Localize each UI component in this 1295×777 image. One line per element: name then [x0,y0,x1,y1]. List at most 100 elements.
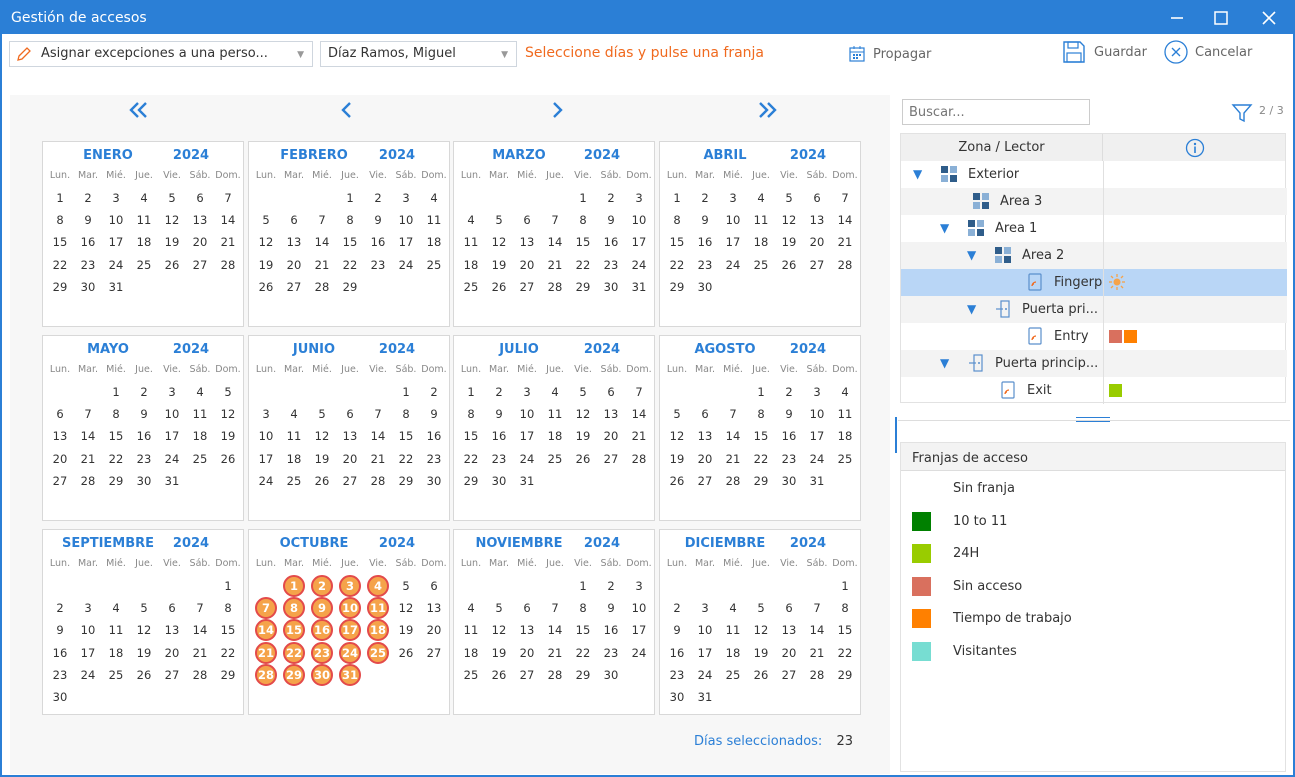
weekday-label[interactable]: Jue. [336,170,364,181]
day-cell[interactable]: 5 [394,576,418,596]
month-name[interactable]: NOVIEMBRE [454,536,584,551]
day-cell[interactable]: 21 [721,449,745,469]
day-cell[interactable]: 25 [721,665,745,685]
day-cell[interactable]: 4 [833,382,857,402]
day-cell[interactable]: 29 [104,471,128,491]
weekday-label[interactable]: Sáb. [392,170,420,181]
day-cell[interactable]: 18 [282,449,306,469]
day-cell[interactable]: 1 [833,576,857,596]
day-cell[interactable]: 28 [721,471,745,491]
day-cell[interactable]: 15 [571,620,595,640]
day-cell[interactable]: 4 [188,382,212,402]
day-cell[interactable]: 20 [422,620,446,640]
tree-row[interactable]: ▼ Área 2 [901,242,1287,269]
day-cell-selected[interactable]: 22 [283,641,305,664]
day-cell[interactable]: 17 [394,232,418,252]
day-cell[interactable]: 10 [805,404,829,424]
day-cell[interactable]: 28 [627,449,651,469]
day-cell[interactable]: 29 [833,665,857,685]
day-cell[interactable]: 15 [571,232,595,252]
day-cell[interactable]: 6 [599,382,623,402]
day-cell[interactable]: 3 [805,382,829,402]
day-cell[interactable]: 19 [216,426,240,446]
weekday-label[interactable]: Mié. [719,170,747,181]
weekday-label[interactable]: Lun. [457,364,485,375]
day-cell[interactable]: 1 [749,382,773,402]
day-cell[interactable]: 3 [160,382,184,402]
day-cell[interactable]: 19 [160,232,184,252]
day-cell[interactable]: 7 [543,598,567,618]
day-cell[interactable]: 25 [104,665,128,685]
day-cell[interactable]: 21 [76,449,100,469]
day-cell[interactable]: 7 [543,210,567,230]
day-cell[interactable]: 30 [487,471,511,491]
day-cell[interactable]: 8 [459,404,483,424]
day-cell[interactable]: 9 [132,404,156,424]
day-cell[interactable]: 23 [132,449,156,469]
day-cell[interactable]: 24 [160,449,184,469]
day-cell-selected[interactable]: 4 [367,575,389,598]
day-cell[interactable]: 9 [777,404,801,424]
day-cell[interactable]: 13 [693,426,717,446]
weekday-label[interactable]: Jue. [747,558,775,569]
day-cell[interactable]: 14 [310,232,334,252]
day-cell[interactable]: 16 [599,232,623,252]
day-cell[interactable]: 27 [338,471,362,491]
weekday-label[interactable]: Lun. [252,170,280,181]
day-cell[interactable]: 27 [805,255,829,275]
day-cell[interactable]: 6 [160,598,184,618]
weekday-label[interactable]: Lun. [252,558,280,569]
weekday-label[interactable]: Sáb. [597,364,625,375]
day-cell[interactable]: 9 [665,620,689,640]
day-cell[interactable]: 27 [777,665,801,685]
day-cell[interactable]: 29 [571,665,595,685]
weekday-label[interactable]: Dom. [214,558,242,569]
day-cell[interactable]: 31 [627,277,651,297]
day-cell[interactable]: 11 [459,620,483,640]
day-cell[interactable]: 2 [693,188,717,208]
day-cell[interactable]: 21 [188,643,212,663]
month-name[interactable]: JUNIO [249,342,379,357]
weekday-label[interactable]: Mié. [719,558,747,569]
weekday-label[interactable]: Jue. [747,170,775,181]
weekday-label[interactable]: Lun. [252,364,280,375]
day-cell[interactable]: 11 [833,404,857,424]
day-cell[interactable]: 8 [216,598,240,618]
day-cell[interactable]: 27 [48,471,72,491]
day-cell[interactable]: 30 [599,665,623,685]
day-cell[interactable]: 31 [160,471,184,491]
day-cell[interactable]: 13 [160,620,184,640]
day-cell[interactable]: 1 [338,188,362,208]
day-cell[interactable]: 19 [487,643,511,663]
weekday-label[interactable]: Mar. [691,558,719,569]
day-cell[interactable]: 20 [599,426,623,446]
day-cell[interactable]: 4 [422,188,446,208]
day-cell[interactable]: 4 [749,188,773,208]
day-cell[interactable]: 3 [693,598,717,618]
weekday-label[interactable]: Sáb. [803,170,831,181]
day-cell[interactable]: 11 [282,426,306,446]
day-cell[interactable]: 18 [188,426,212,446]
day-cell[interactable]: 24 [721,255,745,275]
info-column-header[interactable] [1103,134,1287,161]
day-cell[interactable]: 17 [805,426,829,446]
day-cell[interactable]: 26 [160,255,184,275]
weekday-label[interactable]: Dom. [420,558,448,569]
weekday-label[interactable]: Mié. [308,170,336,181]
day-cell[interactable]: 21 [366,449,390,469]
propagate-button[interactable]: Propagar [848,40,931,68]
day-cell[interactable]: 19 [394,620,418,640]
weekday-label[interactable]: Mié. [513,558,541,569]
day-cell[interactable]: 19 [254,255,278,275]
day-cell[interactable]: 28 [216,255,240,275]
weekday-label[interactable]: Lun. [457,558,485,569]
day-cell[interactable]: 10 [76,620,100,640]
day-cell-selected[interactable]: 17 [339,619,361,642]
day-cell[interactable]: 13 [599,404,623,424]
day-cell[interactable]: 26 [487,277,511,297]
day-cell[interactable]: 25 [749,255,773,275]
day-cell[interactable]: 29 [571,277,595,297]
day-cell[interactable]: 15 [665,232,689,252]
weekday-label[interactable]: Dom. [420,364,448,375]
day-cell[interactable]: 14 [188,620,212,640]
